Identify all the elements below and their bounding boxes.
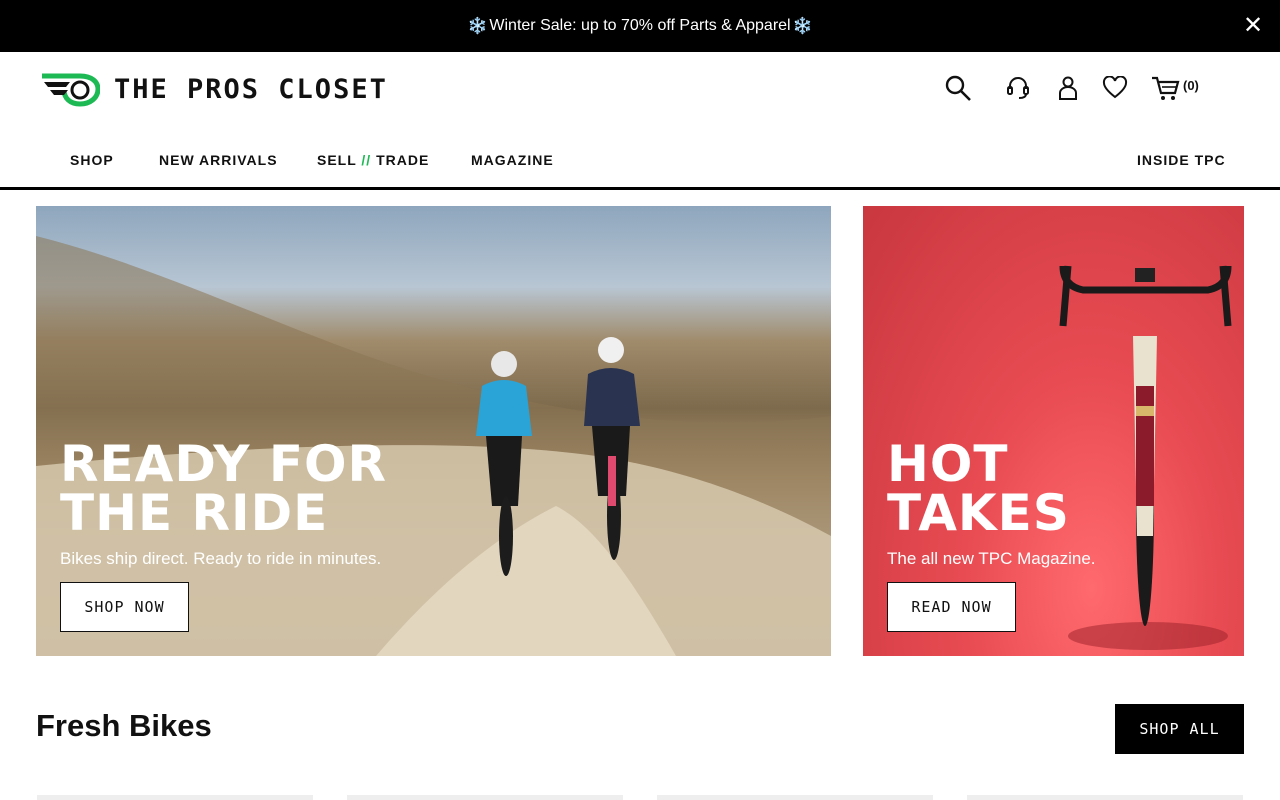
nav-sell-trade[interactable]: SELL // TRADE xyxy=(317,152,429,168)
promo-banner: ❄️ Winter Sale: up to 70% off Parts & Ap… xyxy=(0,0,1280,52)
brand-logo[interactable]: THE PROS CLOSET xyxy=(40,70,388,108)
promo-text: Winter Sale: up to 70% off Parts & Appar… xyxy=(489,17,791,34)
nav-magazine[interactable]: MAGAZINE xyxy=(471,152,554,168)
site-header: THE PROS CLOSET (0) SHOP NEW ARRIVALS SE… xyxy=(0,52,1280,190)
search-icon[interactable] xyxy=(942,72,974,104)
nav-trade-label: TRADE xyxy=(376,152,430,168)
nav-new-arrivals[interactable]: NEW ARRIVALS xyxy=(159,152,278,168)
hero-title: READY FOR THE RIDE xyxy=(60,439,387,538)
hero-magazine-subtitle: The all new TPC Magazine. xyxy=(887,549,1096,568)
nav-inside-tpc[interactable]: INSIDE TPC xyxy=(1137,152,1226,168)
snowflake-icon: ❄️ xyxy=(467,18,488,35)
shop-all-button[interactable]: SHOP ALL xyxy=(1115,704,1244,754)
hero-magazine-title-line2: TAKES xyxy=(887,484,1070,542)
product-card[interactable] xyxy=(657,795,933,800)
section-title-fresh-bikes: Fresh Bikes xyxy=(36,708,212,743)
wishlist-heart-icon[interactable] xyxy=(1099,72,1131,104)
hero-banner-shop[interactable]: READY FOR THE RIDE Bikes ship direct. Re… xyxy=(36,206,831,656)
wing-logo-icon xyxy=(42,73,100,107)
snowflake-icon: ❄️ xyxy=(792,18,813,35)
product-card[interactable] xyxy=(347,795,623,800)
nav-sell-label: SELL xyxy=(317,152,357,168)
shop-now-button[interactable]: SHOP NOW xyxy=(60,582,189,632)
hero-title-line2: THE RIDE xyxy=(60,484,329,542)
hero-magazine-title: HOT TAKES xyxy=(887,439,1070,538)
account-icon[interactable] xyxy=(1052,72,1084,104)
cart-icon[interactable] xyxy=(1149,72,1181,104)
hero-banner-magazine[interactable]: HOT TAKES The all new TPC Magazine. READ… xyxy=(863,206,1244,656)
main-nav: SHOP NEW ARRIVALS SELL // TRADE MAGAZINE… xyxy=(0,152,1280,172)
support-headset-icon[interactable] xyxy=(1002,72,1034,104)
close-icon[interactable]: ✕ xyxy=(1240,13,1266,39)
nav-shop[interactable]: SHOP xyxy=(70,152,114,168)
brand-name: THE PROS CLOSET xyxy=(114,73,388,105)
read-now-button[interactable]: READ NOW xyxy=(887,582,1016,632)
product-card[interactable] xyxy=(967,795,1243,800)
cart-count[interactable]: (0) xyxy=(1183,78,1199,93)
hero-subtitle: Bikes ship direct. Ready to ride in minu… xyxy=(60,549,382,568)
product-card[interactable] xyxy=(37,795,313,800)
nav-slashes: // xyxy=(361,152,372,168)
